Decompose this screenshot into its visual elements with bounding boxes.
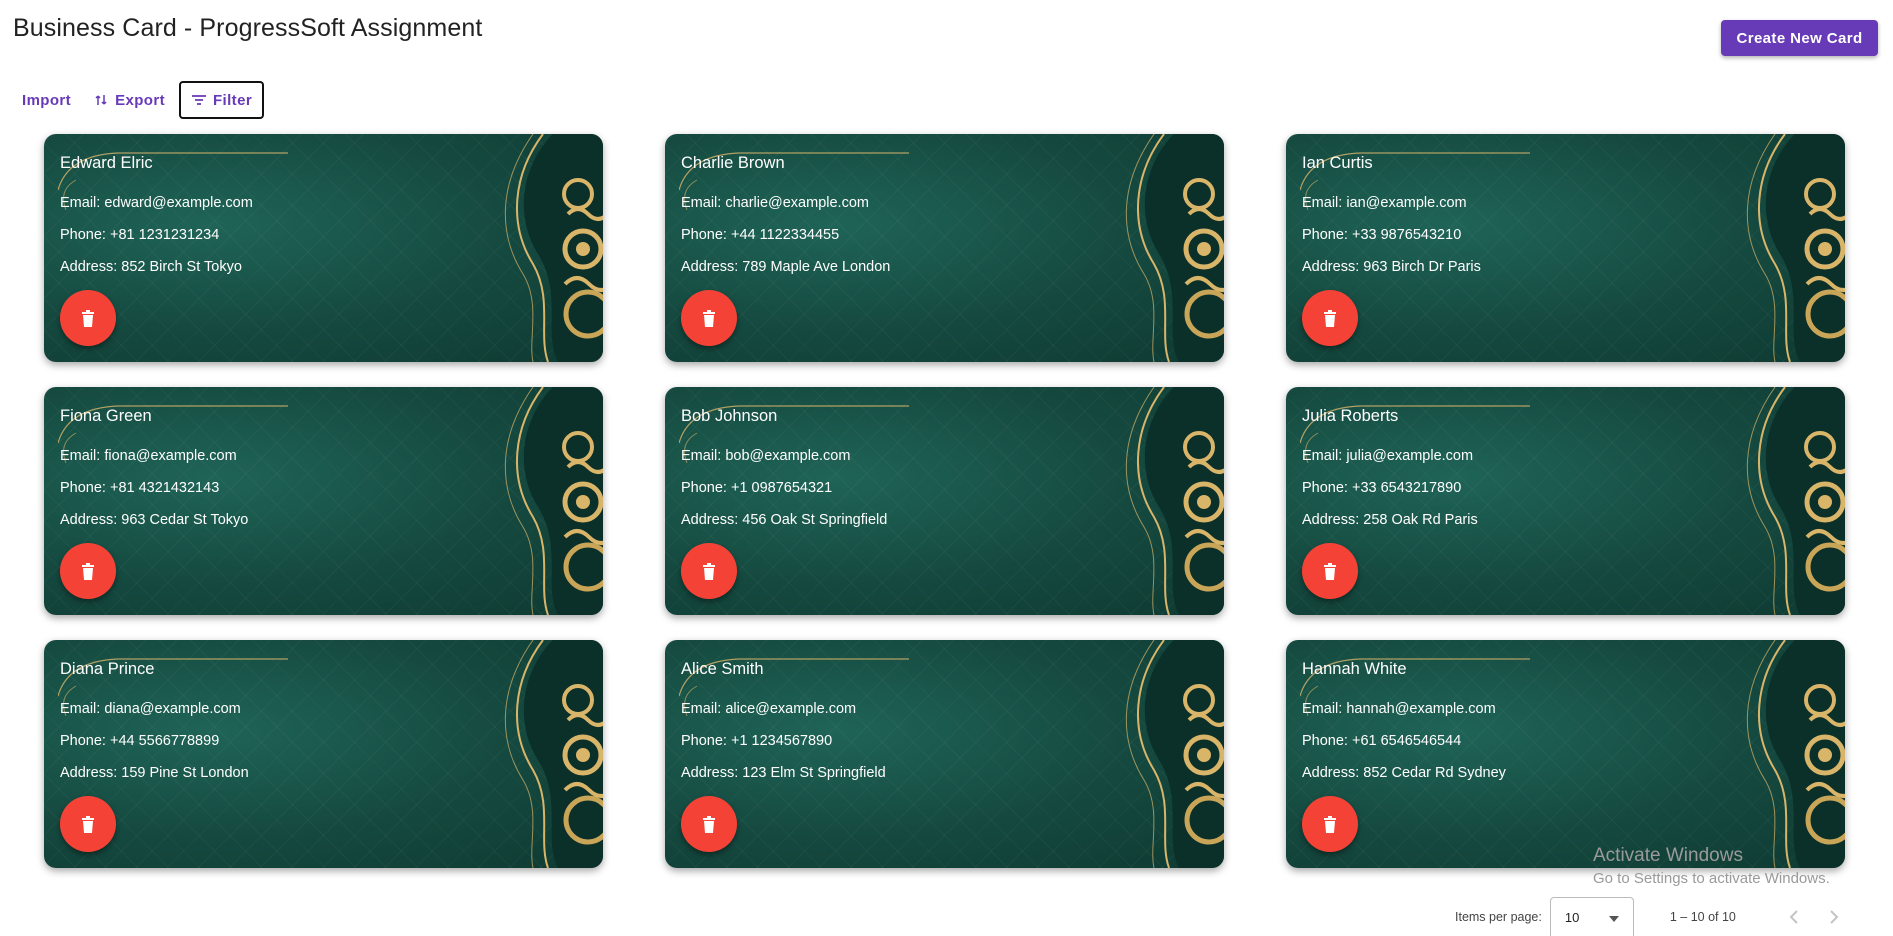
card-address: Address: 963 Cedar St Tokyo — [60, 512, 249, 528]
card-phone: Phone: +81 4321432143 — [60, 480, 220, 496]
trash-icon — [703, 562, 715, 580]
card-email: Email: fiona@example.com — [60, 448, 237, 464]
card-address: Address: 258 Oak Rd Paris — [1302, 512, 1478, 528]
card-email: Email: ian@example.com — [1302, 195, 1467, 211]
card-email: Email: alice@example.com — [681, 701, 857, 717]
business-card: Ian Curtis Email: ian@example.com Phone:… — [1286, 134, 1845, 362]
filter-icon — [191, 92, 207, 108]
gold-ornament-decoration — [504, 134, 603, 362]
delete-card-button[interactable] — [60, 796, 116, 852]
card-name: Diana Prince — [60, 660, 155, 678]
trash-icon — [82, 562, 94, 580]
gold-ornament-decoration — [1125, 134, 1224, 362]
filter-label: Filter — [212, 91, 253, 109]
card-name: Bob Johnson — [681, 407, 778, 425]
sort-arrows-icon — [93, 92, 109, 108]
card-name: Alice Smith — [681, 660, 764, 678]
business-card-grid: Edward Elric Email: edward@example.com P… — [44, 134, 1845, 868]
items-per-page-select[interactable]: 10 — [1549, 897, 1634, 936]
card-email: Email: charlie@example.com — [681, 195, 869, 211]
page: Business Card - ProgressSoft Assignment … — [0, 0, 1893, 936]
business-card: Charlie Brown Email: charlie@example.com… — [665, 134, 1224, 362]
filter-button[interactable]: Filter — [178, 81, 265, 119]
card-name: Ian Curtis — [1302, 154, 1373, 172]
card-phone: Phone: +44 5566778899 — [60, 733, 220, 749]
delete-card-button[interactable] — [681, 543, 737, 599]
gold-ornament-decoration — [1746, 134, 1845, 362]
gold-ornament-decoration — [1746, 387, 1845, 615]
card-email: Email: edward@example.com — [60, 195, 253, 211]
business-card: Bob Johnson Email: bob@example.com Phone… — [665, 387, 1224, 615]
card-name: Edward Elric — [60, 154, 153, 172]
items-per-page-label: Items per page: — [1455, 910, 1542, 924]
card-name: Hannah White — [1302, 660, 1407, 678]
delete-card-button[interactable] — [1302, 543, 1358, 599]
card-address: Address: 123 Elm St Springfield — [681, 765, 886, 781]
watermark-title: Activate Windows — [1593, 845, 1743, 866]
card-email: Email: julia@example.com — [1302, 448, 1474, 464]
card-name: Julia Roberts — [1302, 407, 1399, 425]
gold-ornament-decoration — [1746, 640, 1845, 868]
business-card: Fiona Green Email: fiona@example.com Pho… — [44, 387, 603, 615]
export-label: Export — [115, 91, 165, 109]
delete-card-button[interactable] — [1302, 796, 1358, 852]
trash-icon — [703, 309, 715, 327]
watermark-subtitle: Go to Settings to activate Windows. — [1593, 870, 1830, 887]
import-label: Import — [22, 91, 72, 109]
export-button[interactable]: Export — [85, 81, 173, 119]
card-address: Address: 852 Birch St Tokyo — [60, 259, 242, 275]
page-range-label: 1 – 10 of 10 — [1669, 910, 1736, 924]
trash-icon — [82, 309, 94, 327]
dropdown-arrow-icon — [1608, 910, 1619, 925]
delete-card-button[interactable] — [681, 796, 737, 852]
card-name: Charlie Brown — [681, 154, 785, 172]
card-address: Address: 852 Cedar Rd Sydney — [1302, 765, 1506, 781]
card-phone: Phone: +33 6543217890 — [1302, 480, 1462, 496]
chevron-left-icon — [1789, 910, 1798, 924]
business-card: Edward Elric Email: edward@example.com P… — [44, 134, 603, 362]
business-card: Julia Roberts Email: julia@example.com P… — [1286, 387, 1845, 615]
card-address: Address: 456 Oak St Springfield — [681, 512, 888, 528]
business-card: Alice Smith Email: alice@example.com Pho… — [665, 640, 1224, 868]
gold-ornament-decoration — [1125, 640, 1224, 868]
delete-card-button[interactable] — [60, 290, 116, 346]
card-phone: Phone: +33 9876543210 — [1302, 227, 1462, 243]
toolbar: Import Export Filter — [14, 81, 265, 119]
previous-page-button[interactable] — [1774, 897, 1814, 936]
card-phone: Phone: +81 1231231234 — [60, 227, 220, 243]
gold-ornament-decoration — [504, 387, 603, 615]
business-card: Hannah White Email: hannah@example.com P… — [1286, 640, 1845, 868]
page-title: Business Card - ProgressSoft Assignment — [13, 14, 483, 42]
card-address: Address: 159 Pine St London — [60, 765, 249, 781]
card-address: Address: 789 Maple Ave London — [681, 259, 891, 275]
trash-icon — [1324, 815, 1336, 833]
create-new-card-button[interactable]: Create New Card — [1721, 20, 1878, 56]
gold-ornament-decoration — [504, 640, 603, 868]
chevron-right-icon — [1830, 910, 1839, 924]
trash-icon — [1324, 309, 1336, 327]
delete-card-button[interactable] — [60, 543, 116, 599]
trash-icon — [1324, 562, 1336, 580]
windows-activation-watermark: Activate Windows Go to Settings to activ… — [1593, 845, 1830, 887]
card-phone: Phone: +1 1234567890 — [681, 733, 833, 749]
paginator: Items per page: 10 1 – 10 of 10 — [1455, 897, 1854, 936]
card-email: Email: hannah@example.com — [1302, 701, 1496, 717]
trash-icon — [82, 815, 94, 833]
card-phone: Phone: +44 1122334455 — [681, 227, 840, 243]
gold-ornament-decoration — [1125, 387, 1224, 615]
next-page-button[interactable] — [1814, 897, 1854, 936]
import-button[interactable]: Import — [14, 81, 79, 119]
items-per-page-value: 10 — [1564, 910, 1580, 925]
card-name: Fiona Green — [60, 407, 152, 425]
card-email: Email: bob@example.com — [681, 448, 851, 464]
trash-icon — [703, 815, 715, 833]
card-phone: Phone: +1 0987654321 — [681, 480, 833, 496]
card-email: Email: diana@example.com — [60, 701, 241, 717]
card-phone: Phone: +61 6546546544 — [1302, 733, 1462, 749]
delete-card-button[interactable] — [1302, 290, 1358, 346]
card-address: Address: 963 Birch Dr Paris — [1302, 259, 1481, 275]
business-card: Diana Prince Email: diana@example.com Ph… — [44, 640, 603, 868]
delete-card-button[interactable] — [681, 290, 737, 346]
